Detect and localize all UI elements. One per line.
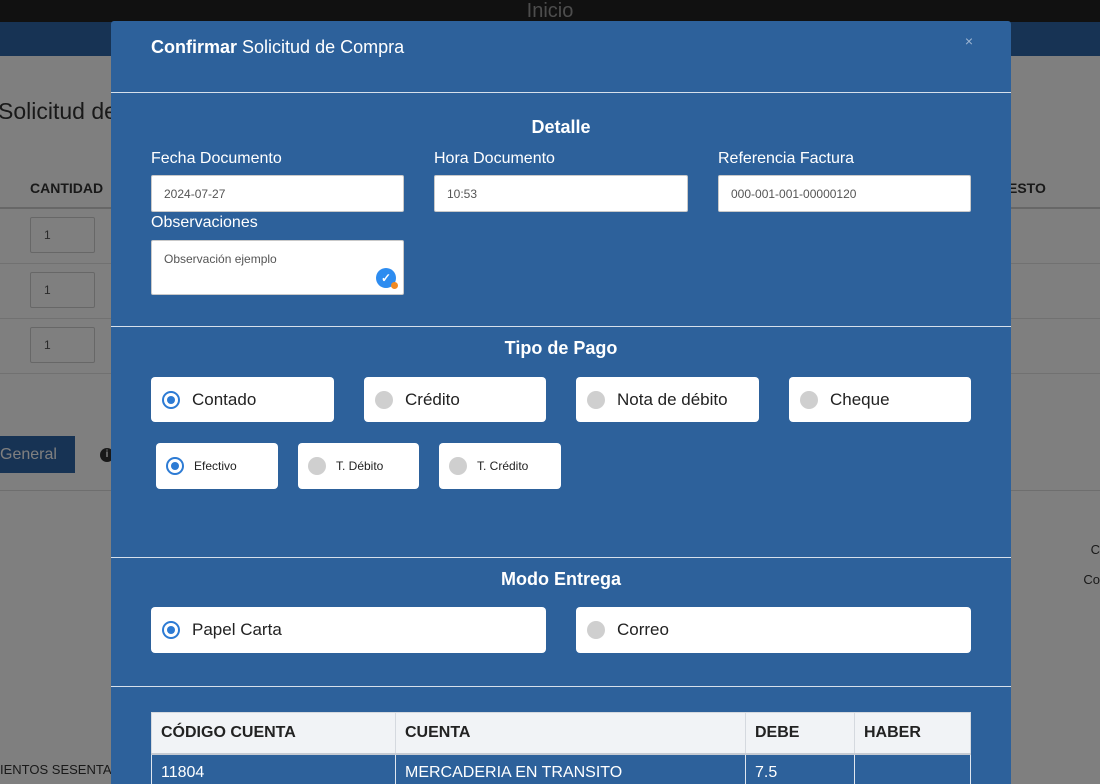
confirm-purchase-modal: Confirmar Solicitud de Compra × Detalle … [111,21,1011,784]
radio-unchecked-icon[interactable] [308,457,326,475]
delivery-option-papel-carta[interactable]: Papel Carta [151,607,546,653]
section-title-modo-entrega: Modo Entrega [501,569,621,589]
payment-method-t-credito[interactable]: T. Crédito [439,443,561,489]
referencia-factura-label: Referencia Factura [718,150,855,167]
table-row: 11804 MERCADERIA EN TRANSITO 7.5 [151,753,971,784]
delivery-option-label: Correo [617,620,669,639]
radio-checked-icon[interactable] [162,390,180,409]
payment-method-t-debito[interactable]: T. Débito [298,443,419,489]
column-header-cuenta: CUENTA [395,712,746,755]
cell-haber [854,753,971,784]
cell-cuenta: MERCADERIA EN TRANSITO [395,753,746,784]
status-dot-icon [391,282,398,289]
payment-method-label: T. Débito [336,459,384,473]
payment-option-contado[interactable]: Contado [151,377,334,422]
radio-checked-icon[interactable] [166,457,184,475]
divider [111,326,1011,327]
radio-checked-icon[interactable] [162,621,180,639]
observaciones-textarea[interactable]: Observación ejemplo [151,240,404,295]
payment-option-label: Contado [192,389,257,409]
divider [111,686,1011,687]
payment-option-credito[interactable]: Crédito [364,377,546,422]
referencia-factura-input[interactable] [718,175,971,212]
delivery-option-label: Papel Carta [192,620,282,639]
divider [111,92,1011,93]
radio-unchecked-icon[interactable] [587,390,605,409]
radio-unchecked-icon[interactable] [800,390,818,409]
cell-debe: 7.5 [745,753,855,784]
payment-method-label: Efectivo [194,459,237,473]
column-header-debe: DEBE [745,712,855,755]
table-header-row: CÓDIGO CUENTA CUENTA DEBE HABER [151,712,971,755]
observaciones-label: Observaciones [151,214,258,231]
modal-title: Confirmar Solicitud de Compra [151,37,404,58]
radio-unchecked-icon[interactable] [587,621,605,639]
hora-documento-label: Hora Documento [434,150,555,167]
fecha-documento-input[interactable] [151,175,404,212]
hora-documento-input[interactable] [434,175,688,212]
column-header-haber: HABER [854,712,971,755]
payment-option-label: Cheque [830,389,890,409]
accounts-table: CÓDIGO CUENTA CUENTA DEBE HABER 11804 ME… [151,712,971,784]
delivery-option-correo[interactable]: Correo [576,607,971,653]
payment-method-efectivo[interactable]: Efectivo [156,443,278,489]
section-title-detalle: Detalle [531,117,591,137]
section-title-tipo-pago: Tipo de Pago [504,338,618,358]
radio-unchecked-icon[interactable] [375,390,393,409]
column-header-codigo-cuenta: CÓDIGO CUENTA [151,712,396,755]
radio-unchecked-icon[interactable] [449,457,467,475]
payment-option-cheque[interactable]: Cheque [789,377,971,422]
payment-option-label: Nota de débito [617,389,728,409]
divider [111,557,1011,558]
cell-codigo-cuenta: 11804 [151,753,396,784]
modal-title-rest: Solicitud de Compra [242,37,405,57]
payment-method-label: T. Crédito [477,459,529,473]
payment-option-label: Crédito [405,389,460,409]
payment-option-nota-debito[interactable]: Nota de débito [576,377,759,422]
close-icon[interactable]: × [965,33,973,49]
modal-title-bold: Confirmar [151,37,238,57]
fecha-documento-label: Fecha Documento [151,150,282,167]
